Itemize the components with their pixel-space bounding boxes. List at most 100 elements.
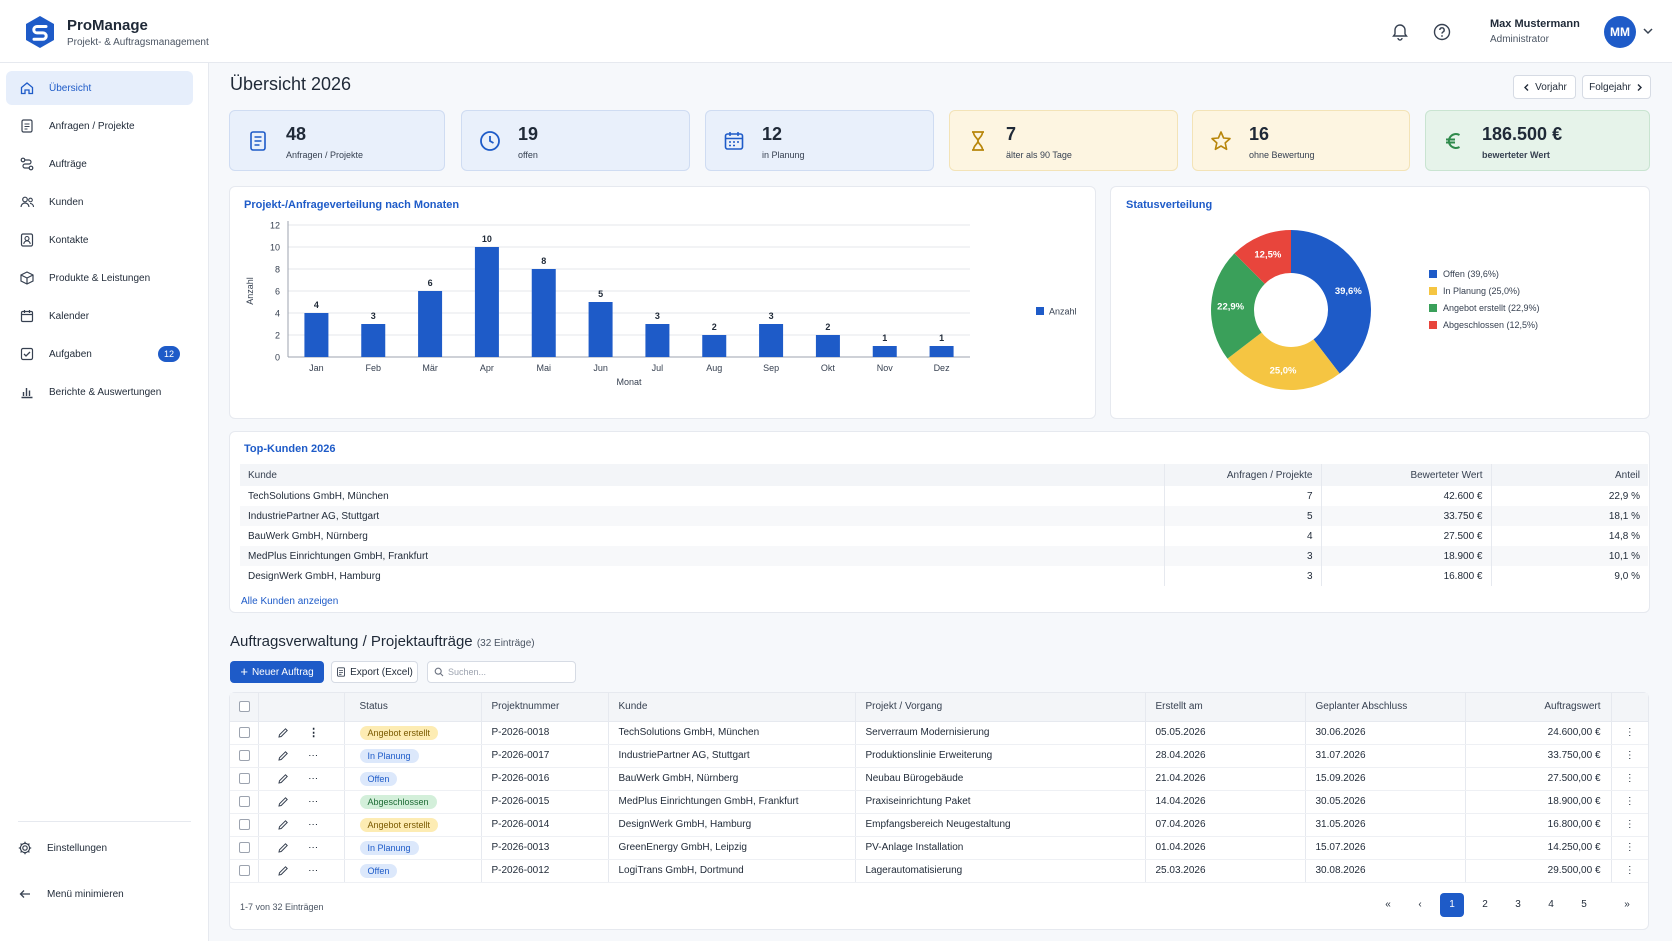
kpi-card-planung[interactable]: 12 in Planung	[705, 110, 934, 171]
sidebar-item-uebersicht[interactable]: Übersicht	[6, 71, 193, 105]
bar-Mai[interactable]	[531, 269, 556, 357]
first-page-button[interactable]: «	[1376, 893, 1400, 917]
sidebar-item-aufgaben[interactable]: Aufgaben 12	[6, 337, 193, 371]
row-menu-icon[interactable]: ⋮	[1611, 836, 1648, 860]
last-page-button[interactable]: »	[1615, 893, 1639, 917]
search-input[interactable]	[448, 667, 568, 677]
page-button-5[interactable]: 5	[1572, 893, 1596, 917]
table-row[interactable]: ⋮ Angebot erstellt P-2026-0018 TechSolut…	[230, 721, 1648, 745]
table-row[interactable]: IndustriePartner AG, Stuttgart 5 33.750 …	[240, 506, 1648, 526]
kpi-card-offen[interactable]: 19 offen	[461, 110, 690, 171]
column-header[interactable]: Projekt / Vorgang	[855, 693, 1146, 722]
column-header[interactable]: Anfragen / Projekte	[1164, 464, 1322, 486]
more-horizontal-icon[interactable]: ⋯	[308, 750, 318, 761]
table-row[interactable]: MedPlus Einrichtungen GmbH, Frankfurt 3 …	[240, 546, 1648, 566]
show-all-customers-link[interactable]: Alle Kunden anzeigen	[241, 596, 338, 607]
page-button-4[interactable]: 4	[1539, 893, 1563, 917]
chevron-down-icon[interactable]	[1641, 24, 1655, 38]
avatar[interactable]: MM	[1604, 16, 1636, 48]
row-checkbox[interactable]	[239, 726, 250, 738]
pencil-icon[interactable]	[277, 842, 289, 854]
customer-value: 42.600 €	[1321, 486, 1492, 506]
bar-Jan[interactable]	[304, 313, 329, 357]
bar-Feb[interactable]	[361, 324, 386, 357]
sidebar-item-kunden[interactable]: Kunden	[6, 185, 193, 219]
bar-Dez[interactable]	[929, 346, 954, 357]
kpi-card-aelter-90[interactable]: 7 älter als 90 Tage	[949, 110, 1178, 171]
export-excel-button[interactable]: Export (Excel)	[331, 661, 418, 683]
bar-Nov[interactable]	[872, 346, 897, 357]
table-row[interactable]: ⋯ Abgeschlossen P-2026-0015 MedPlus Einr…	[230, 790, 1648, 814]
table-row[interactable]: DesignWerk GmbH, Hamburg 3 16.800 € 9,0 …	[240, 566, 1648, 586]
more-horizontal-icon[interactable]: ⋯	[308, 796, 318, 807]
bar-Jul[interactable]	[645, 324, 670, 357]
table-row[interactable]: BauWerk GmbH, Nürnberg 4 27.500 € 14,8 %	[240, 526, 1648, 546]
row-menu-icon[interactable]: ⋮	[1611, 859, 1648, 883]
row-menu-icon[interactable]: ⋮	[1611, 721, 1648, 745]
pencil-icon[interactable]	[277, 796, 289, 808]
row-menu-icon[interactable]: ⋮	[1611, 767, 1648, 791]
pencil-icon[interactable]	[277, 865, 289, 877]
kpi-card-ohne-bewertung[interactable]: 16 ohne Bewertung	[1192, 110, 1410, 171]
next-year-button[interactable]: Folgejahr	[1582, 75, 1651, 99]
more-horizontal-icon[interactable]: ⋯	[308, 842, 318, 853]
sidebar-item-auftraege[interactable]: Aufträge	[6, 147, 193, 181]
pencil-icon[interactable]	[277, 750, 289, 762]
column-header[interactable]: Auftragswert	[1465, 693, 1612, 722]
row-checkbox[interactable]	[239, 864, 250, 876]
table-row[interactable]: ⋯ Offen P-2026-0012 LogiTrans GmbH, Dort…	[230, 859, 1648, 883]
table-row[interactable]: TechSolutions GmbH, München 7 42.600 € 2…	[240, 486, 1648, 506]
sidebar-item-einstellungen[interactable]: Einstellungen	[4, 831, 191, 865]
column-header[interactable]: Bewerteter Wert	[1321, 464, 1492, 486]
sidebar-item-kalender[interactable]: Kalender	[6, 299, 193, 333]
page-button-3[interactable]: 3	[1506, 893, 1530, 917]
pencil-icon[interactable]	[277, 727, 289, 739]
sidebar-item-kontakte[interactable]: Kontakte	[6, 223, 193, 257]
page-button-2[interactable]: 2	[1473, 893, 1497, 917]
column-header[interactable]: Kunde	[240, 464, 1165, 486]
table-row[interactable]: ⋯ In Planung P-2026-0017 IndustriePartne…	[230, 744, 1648, 768]
row-checkbox[interactable]	[239, 772, 250, 784]
new-order-button[interactable]: + Neuer Auftrag	[230, 661, 324, 683]
minimize-menu-button[interactable]: Menü minimieren	[4, 877, 191, 911]
row-checkbox[interactable]	[239, 795, 250, 807]
pencil-icon[interactable]	[277, 819, 289, 831]
row-checkbox[interactable]	[239, 818, 250, 830]
table-row[interactable]: ⋯ Angebot erstellt P-2026-0014 DesignWer…	[230, 813, 1648, 837]
bar-Jun[interactable]	[588, 302, 613, 357]
sidebar-item-anfragen[interactable]: Anfragen / Projekte	[6, 109, 193, 143]
column-header[interactable]: Kunde	[608, 693, 856, 722]
bar-Mär[interactable]	[418, 291, 443, 357]
kpi-card-anfragen[interactable]: 48 Anfragen / Projekte	[229, 110, 445, 171]
previous-year-button[interactable]: Vorjahr	[1513, 75, 1576, 99]
more-horizontal-icon[interactable]: ⋯	[308, 865, 318, 876]
pencil-icon[interactable]	[277, 773, 289, 785]
column-header[interactable]: Status	[344, 693, 482, 722]
sidebar-item-berichte[interactable]: Berichte & Auswertungen	[6, 375, 193, 409]
bar-Sep[interactable]	[759, 324, 784, 357]
bar-Okt[interactable]	[815, 335, 840, 357]
more-horizontal-icon[interactable]: ⋯	[308, 773, 318, 784]
row-menu-icon[interactable]: ⋮	[1611, 744, 1648, 768]
select-all-checkbox[interactable]	[239, 701, 250, 713]
page-button-1[interactable]: 1	[1440, 893, 1464, 917]
table-row[interactable]: ⋯ In Planung P-2026-0013 GreenEnergy Gmb…	[230, 836, 1648, 860]
bell-icon[interactable]	[1390, 22, 1410, 42]
column-header[interactable]: Erstellt am	[1145, 693, 1306, 722]
row-checkbox[interactable]	[239, 841, 250, 853]
column-header[interactable]: Anteil	[1491, 464, 1648, 486]
help-icon[interactable]	[1432, 22, 1452, 42]
more-vertical-icon[interactable]: ⋮	[308, 727, 319, 739]
sidebar-item-produkte[interactable]: Produkte & Leistungen	[6, 261, 193, 295]
more-horizontal-icon[interactable]: ⋯	[308, 819, 318, 830]
row-checkbox[interactable]	[239, 749, 250, 761]
table-row[interactable]: ⋯ Offen P-2026-0016 BauWerk GmbH, Nürnbe…	[230, 767, 1648, 791]
row-menu-icon[interactable]: ⋮	[1611, 790, 1648, 814]
kpi-card-bewerteter-wert[interactable]: 186.500 € bewerteter Wert	[1425, 110, 1650, 171]
column-header[interactable]: Geplanter Abschluss	[1305, 693, 1466, 722]
bar-Apr[interactable]	[474, 247, 499, 357]
column-header[interactable]: Projektnummer	[481, 693, 609, 722]
previous-page-button[interactable]: ‹	[1408, 893, 1432, 917]
bar-Aug[interactable]	[702, 335, 727, 357]
row-menu-icon[interactable]: ⋮	[1611, 813, 1648, 837]
